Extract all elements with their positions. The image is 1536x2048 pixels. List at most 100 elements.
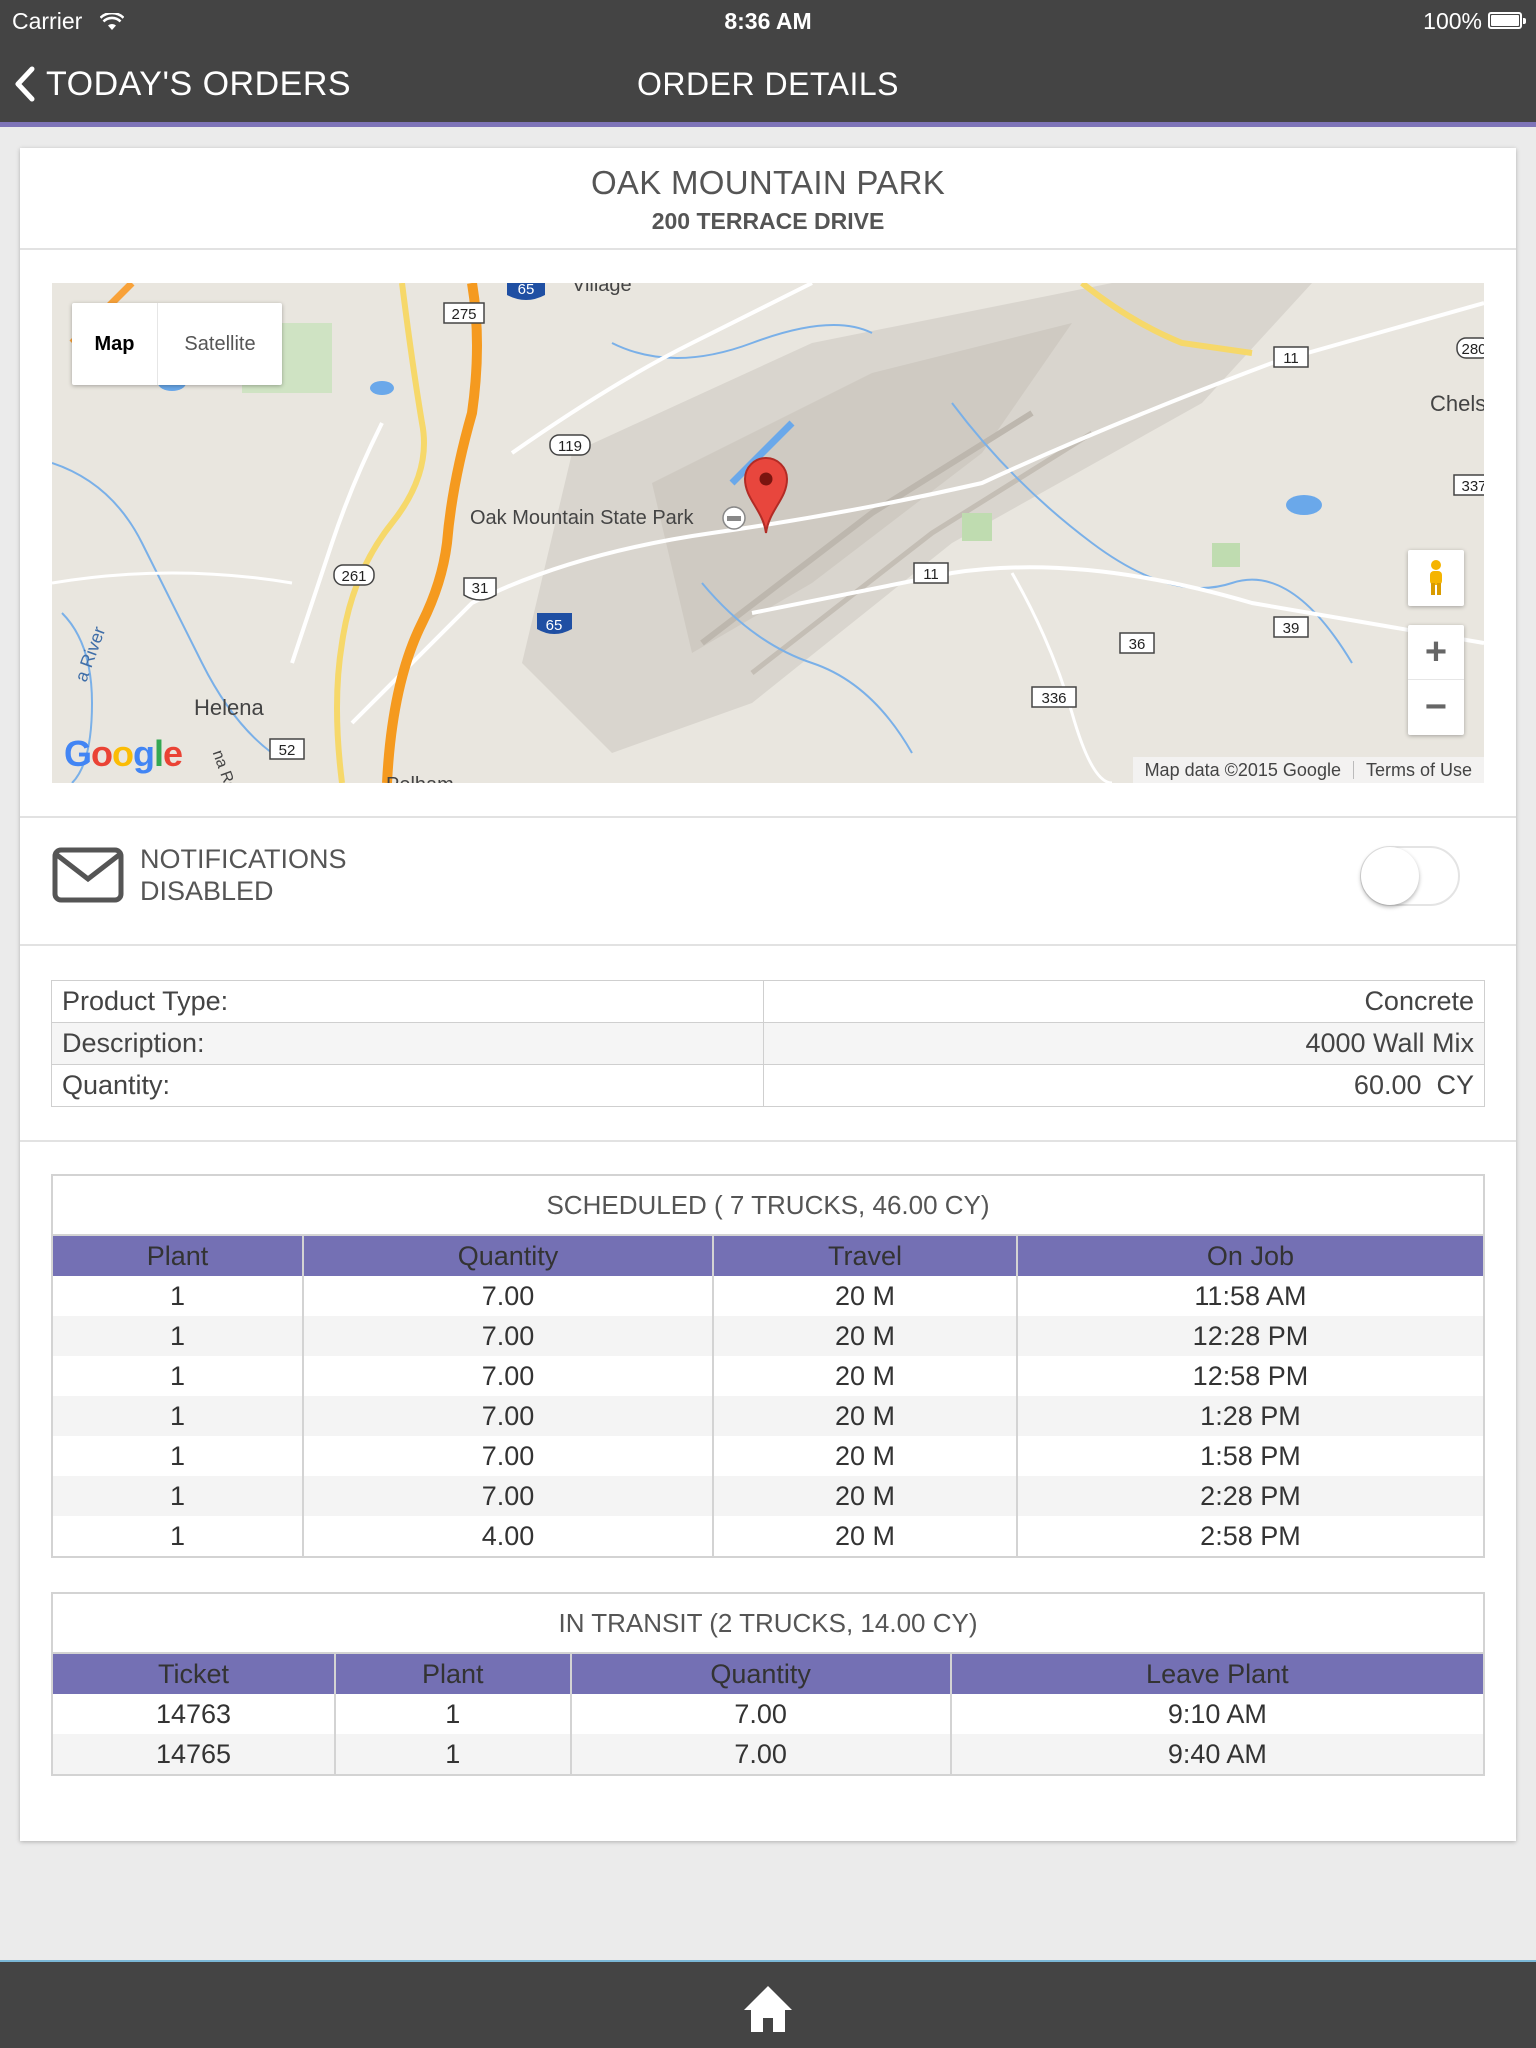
map-pin-icon[interactable] [743, 455, 789, 535]
table-cell: 2:28 PM [1015, 1476, 1483, 1516]
table-cell: 1 [53, 1396, 304, 1436]
scheduled-section: SCHEDULED ( 7 TRUCKS, 46.00 CY) Plant Qu… [51, 1174, 1485, 1558]
table-row: Product Type: Concrete [51, 980, 1486, 1023]
map-type-satellite-button[interactable]: Satellite [158, 303, 282, 385]
envelope-icon [52, 847, 124, 903]
route-shield: 337 [1461, 478, 1484, 495]
product-value: 60.00 CY [762, 1064, 1486, 1107]
map-type-map-button[interactable]: Map [72, 303, 158, 385]
divider [20, 816, 1516, 818]
notifications-row: NOTIFICATIONS DISABLED [52, 840, 347, 910]
pegman-icon[interactable] [1408, 550, 1464, 606]
product-table: Product Type: Concrete Description: 4000… [51, 980, 1486, 1107]
notifications-state: DISABLED [140, 876, 274, 906]
zoom-out-button[interactable]: − [1408, 680, 1464, 735]
map-type-control: Map Satellite [72, 303, 282, 385]
table-cell: 20 M [712, 1436, 1017, 1476]
route-shield: 39 [1283, 620, 1300, 637]
table-row: 1 7.00 20 M 1:58 PM [53, 1436, 1483, 1476]
battery-percent: 100% [1423, 8, 1482, 34]
table-cell: 12:28 PM [1015, 1316, 1483, 1356]
table-cell: 9:10 AM [949, 1694, 1483, 1734]
order-card: OAK MOUNTAIN PARK 200 TERRACE DRIVE Vill… [20, 148, 1516, 1841]
table-row: 1 4.00 20 M 2:58 PM [53, 1516, 1483, 1556]
product-value: 4000 Wall Mix [762, 1022, 1486, 1065]
map-label: Helena [194, 695, 264, 720]
table-row: Quantity: 60.00 CY [51, 1064, 1486, 1107]
table-cell: 7.00 [302, 1356, 714, 1396]
in-transit-table: Ticket Plant Quantity Leave Plant 14763 … [53, 1654, 1483, 1774]
table-cell: 1 [334, 1694, 571, 1734]
map-label: Pelham [386, 774, 454, 783]
bottom-tab-bar [0, 1960, 1536, 2048]
table-cell: 4.00 [302, 1516, 714, 1556]
table-cell: 20 M [712, 1476, 1017, 1516]
product-label: Description: [51, 1022, 764, 1065]
map-label: Chels [1430, 391, 1484, 416]
map-label: Village [572, 283, 632, 296]
table-cell: 7.00 [302, 1436, 714, 1476]
divider [20, 944, 1516, 946]
table-row: 1 7.00 20 M 11:58 AM [53, 1276, 1483, 1316]
table-row: 1 7.00 20 M 1:28 PM [53, 1396, 1483, 1436]
in-transit-caption: IN TRANSIT (2 TRUCKS, 14.00 CY) [53, 1594, 1483, 1654]
top-bar: Carrier 8:36 AM 100% TODAY'S ORDERS ORDE… [0, 0, 1536, 122]
column-header: Quantity [302, 1236, 714, 1276]
table-row: 1 7.00 20 M 12:28 PM [53, 1316, 1483, 1356]
order-name: OAK MOUNTAIN PARK [590, 164, 946, 201]
table-cell: 12:58 PM [1015, 1356, 1483, 1396]
table-row: Description: 4000 Wall Mix [51, 1022, 1486, 1065]
route-shield: 275 [451, 306, 476, 323]
notifications-toggle[interactable] [1360, 846, 1460, 906]
zoom-in-button[interactable]: + [1408, 625, 1464, 680]
order-address: 200 TERRACE DRIVE [651, 208, 885, 234]
column-header: Plant [334, 1654, 571, 1694]
table-cell: 1 [53, 1476, 304, 1516]
table-cell: 11:58 AM [1015, 1276, 1483, 1316]
table-cell: 14765 [53, 1734, 336, 1774]
map-view[interactable]: Village Chels Helena a River Pelham na R… [52, 283, 1484, 783]
table-cell: 7.00 [569, 1734, 951, 1774]
product-value: Concrete [762, 980, 1486, 1023]
map-attribution: Map data ©2015 Google Terms of Use [1132, 757, 1484, 783]
table-cell: 1 [334, 1734, 571, 1774]
table-cell: 1 [170, 1520, 186, 1551]
top-bar-accent [0, 122, 1536, 127]
page-title: ORDER DETAILS [637, 66, 899, 102]
route-shield: 52 [279, 742, 296, 759]
table-cell: 7.00 [302, 1276, 714, 1316]
route-shield: 36 [1129, 636, 1146, 653]
table-cell: 20 M [712, 1276, 1017, 1316]
table-cell: 1:28 PM [1015, 1396, 1483, 1436]
terms-of-use-link[interactable]: Terms of Use [1366, 760, 1472, 781]
column-header: Travel [712, 1236, 1017, 1276]
table-cell: 20 M [712, 1356, 1017, 1396]
route-shield: 31 [472, 580, 489, 597]
home-icon[interactable] [742, 1984, 794, 2034]
column-header: Plant [53, 1236, 304, 1276]
battery-icon [1488, 12, 1526, 29]
route-shield: 65 [518, 283, 535, 298]
column-header: Leave Plant [949, 1654, 1483, 1694]
table-row: 1 7.00 20 M 2:28 PM [53, 1476, 1483, 1516]
table-cell: 7.00 [569, 1694, 951, 1734]
order-header: OAK MOUNTAIN PARK 200 TERRACE DRIVE [20, 148, 1516, 250]
column-header: On Job [1015, 1236, 1483, 1276]
route-shield: 119 [558, 438, 582, 455]
google-logo: Google [64, 733, 183, 774]
route-shield: 336 [1041, 690, 1066, 707]
table-cell: 1 [170, 1360, 186, 1391]
clock: 8:36 AM [724, 8, 812, 34]
table-cell: 14763 [155, 1698, 232, 1729]
zoom-control: + − [1408, 625, 1464, 735]
table-cell: 1 [170, 1440, 186, 1471]
table-row: 1 7.00 20 M 12:58 PM [53, 1356, 1483, 1396]
toggle-knob [1361, 847, 1419, 905]
column-header: Quantity [569, 1654, 951, 1694]
product-label: Quantity: [51, 1064, 764, 1107]
scheduled-caption: SCHEDULED ( 7 TRUCKS, 46.00 CY) [53, 1176, 1483, 1236]
divider [20, 1140, 1516, 1142]
product-label: Product Type: [51, 980, 764, 1023]
table-cell: 7.00 [302, 1476, 714, 1516]
table-cell: 1 [53, 1316, 304, 1356]
